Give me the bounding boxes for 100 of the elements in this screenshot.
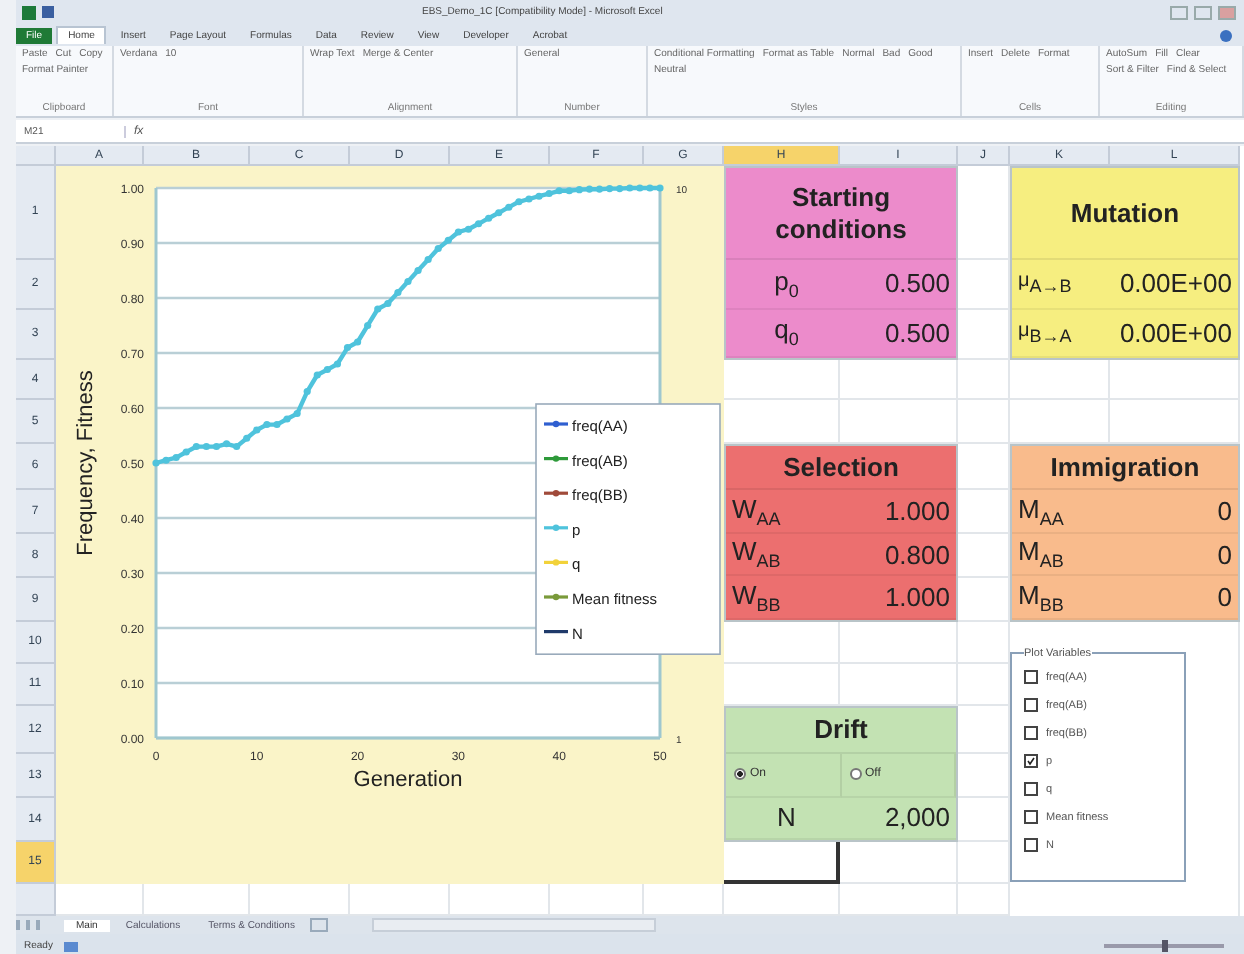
point bbox=[585, 185, 594, 193]
point bbox=[656, 184, 664, 192]
parameter-label: W$_{AB}$ bbox=[726, 533, 841, 577]
point bbox=[182, 448, 190, 456]
checkbox[interactable] bbox=[1024, 698, 1038, 712]
panel-title: Immigration bbox=[1012, 446, 1238, 491]
point bbox=[212, 442, 221, 451]
point bbox=[495, 209, 503, 217]
point bbox=[616, 184, 624, 193]
parameter-label: W$_{BB}$ bbox=[726, 576, 841, 620]
spreadsheet-cell[interactable] bbox=[958, 360, 1010, 400]
horizontal-scrollbar[interactable] bbox=[372, 918, 657, 932]
point bbox=[152, 459, 160, 467]
panel-title: Selection bbox=[726, 446, 956, 491]
point bbox=[222, 440, 231, 448]
maximize-icon[interactable] bbox=[1194, 5, 1212, 19]
parameter-label: W$_{AA}$ bbox=[726, 490, 841, 534]
point bbox=[535, 192, 543, 200]
panel-title: Starting conditions bbox=[726, 168, 956, 261]
point bbox=[333, 360, 342, 368]
point bbox=[283, 415, 291, 423]
radio-button[interactable] bbox=[849, 768, 861, 781]
checkbox[interactable] bbox=[1024, 754, 1038, 768]
zoom-slider-thumb[interactable] bbox=[1162, 940, 1168, 952]
axis-title: Generation bbox=[353, 768, 463, 792]
point bbox=[646, 184, 654, 192]
parameter-value[interactable]: 0.500 bbox=[841, 260, 956, 309]
parameter-label: M$_{AA}$ bbox=[1012, 490, 1111, 534]
parameter-value[interactable]: 0.00E+00 bbox=[1110, 260, 1238, 309]
point bbox=[323, 365, 331, 374]
point bbox=[293, 409, 301, 418]
point bbox=[565, 187, 573, 195]
point bbox=[454, 228, 462, 236]
point bbox=[505, 203, 513, 211]
point bbox=[354, 338, 362, 346]
parameter-label: q$_{0}$ bbox=[726, 309, 841, 358]
checkbox[interactable] bbox=[1024, 810, 1038, 824]
point bbox=[192, 442, 200, 451]
axis-title: Frequency, Fitness bbox=[74, 370, 98, 556]
parameter-value[interactable]: 0.00E+00 bbox=[1110, 309, 1238, 358]
new-sheet-icon[interactable] bbox=[310, 918, 329, 932]
point bbox=[464, 225, 473, 233]
point bbox=[253, 426, 261, 434]
point bbox=[263, 420, 271, 429]
point bbox=[303, 387, 311, 396]
parameter-label: p$_{0}$ bbox=[726, 260, 841, 309]
point bbox=[434, 244, 442, 253]
point bbox=[384, 299, 392, 308]
panel-title: Mutation bbox=[1012, 168, 1238, 261]
checkbox[interactable] bbox=[1024, 782, 1038, 796]
point bbox=[343, 343, 352, 352]
macro-record-icon[interactable] bbox=[64, 941, 79, 951]
point bbox=[313, 371, 321, 379]
parameter-value[interactable]: 2,000 bbox=[841, 797, 956, 840]
point bbox=[555, 187, 563, 195]
parameter-label: μ$_{A→B}$ bbox=[1012, 260, 1111, 309]
spreadsheet-cell[interactable] bbox=[958, 400, 1010, 444]
checkbox[interactable] bbox=[1024, 838, 1038, 852]
help-icon[interactable] bbox=[1220, 29, 1232, 41]
excel-logo-icon bbox=[22, 5, 36, 19]
point bbox=[172, 453, 180, 462]
point bbox=[575, 186, 583, 194]
point bbox=[525, 195, 533, 203]
radio-button[interactable] bbox=[734, 768, 746, 781]
parameter-value[interactable]: 1.000 bbox=[841, 576, 956, 620]
point bbox=[243, 434, 251, 442]
close-icon[interactable] bbox=[1218, 5, 1236, 19]
point bbox=[374, 305, 382, 313]
point bbox=[394, 288, 402, 297]
point bbox=[626, 184, 634, 192]
minimize-icon[interactable] bbox=[1170, 5, 1188, 19]
point bbox=[414, 266, 422, 275]
parameter-value[interactable]: 0 bbox=[1110, 576, 1238, 620]
checkbox[interactable] bbox=[1024, 726, 1038, 740]
parameter-value[interactable]: 0 bbox=[1110, 490, 1238, 534]
select-all-corner[interactable] bbox=[16, 146, 56, 166]
parameter-value[interactable]: 0.800 bbox=[841, 533, 956, 577]
checkbox[interactable] bbox=[1024, 670, 1038, 684]
parameter-label: M$_{BB}$ bbox=[1012, 576, 1111, 620]
parameter-value[interactable]: 0 bbox=[1110, 533, 1238, 577]
point bbox=[545, 189, 553, 198]
panel-title: Drift bbox=[726, 708, 956, 755]
parameter-value[interactable]: 0.500 bbox=[841, 309, 956, 358]
point bbox=[404, 277, 412, 286]
point bbox=[595, 185, 604, 193]
point bbox=[485, 214, 493, 222]
point bbox=[606, 184, 614, 193]
point bbox=[474, 220, 483, 228]
parameter-label: N bbox=[726, 797, 841, 840]
point bbox=[444, 236, 452, 244]
point bbox=[233, 442, 241, 451]
save-icon[interactable] bbox=[42, 5, 54, 17]
row-header[interactable] bbox=[16, 884, 56, 916]
parameter-label: M$_{AB}$ bbox=[1012, 533, 1111, 577]
point bbox=[424, 255, 432, 264]
point bbox=[515, 198, 523, 206]
active-cell[interactable] bbox=[724, 842, 840, 884]
point bbox=[636, 184, 644, 192]
parameter-value[interactable]: 1.000 bbox=[841, 490, 956, 534]
parameter-label: μ$_{B→A}$ bbox=[1012, 309, 1111, 358]
